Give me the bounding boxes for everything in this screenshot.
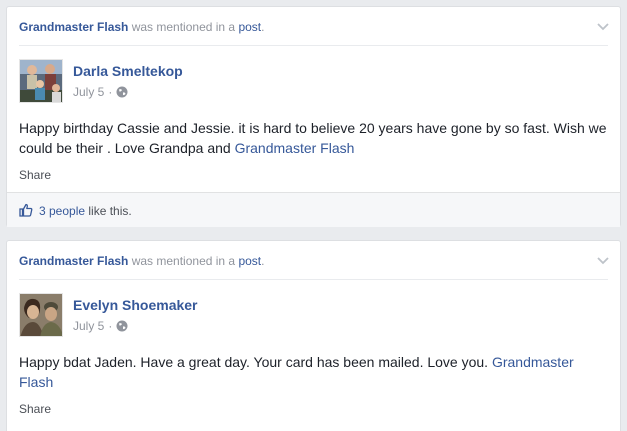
- mention-text: was mentioned in a: [128, 254, 239, 268]
- post-card: Grandmaster Flash was mentioned in a pos…: [6, 6, 621, 227]
- divider: [19, 45, 608, 46]
- mention-header: Grandmaster Flash was mentioned in a pos…: [19, 19, 608, 35]
- post-date[interactable]: July 5: [73, 318, 104, 334]
- globe-icon[interactable]: [116, 320, 128, 332]
- share-link[interactable]: Share: [19, 401, 51, 417]
- likes-suffix: like this.: [85, 204, 132, 218]
- share-link[interactable]: Share: [19, 167, 51, 183]
- mention-end: .: [261, 254, 265, 268]
- post-meta: July 5 ·: [73, 84, 128, 100]
- tagged-page-link[interactable]: Grandmaster Flash: [235, 140, 355, 156]
- divider: [19, 279, 608, 280]
- chevron-down-icon[interactable]: [596, 21, 610, 31]
- author-name[interactable]: Evelyn Shoemaker: [73, 296, 198, 314]
- meta-separator: ·: [108, 319, 113, 333]
- post-text: Happy bdat Jaden. Have a great day. Your…: [19, 354, 492, 370]
- mention-end: .: [261, 20, 265, 34]
- globe-icon[interactable]: [116, 86, 128, 98]
- author-name[interactable]: Darla Smeltekop: [73, 62, 183, 80]
- post-date[interactable]: July 5: [73, 84, 104, 100]
- post-link[interactable]: post: [238, 254, 261, 268]
- likes-bar: 3 people like this.: [7, 192, 620, 227]
- page-name-link[interactable]: Grandmaster Flash: [19, 254, 128, 268]
- likes-text: 3 people like this.: [39, 203, 132, 219]
- mention-text: was mentioned in a: [128, 20, 239, 34]
- meta-separator: ·: [108, 85, 113, 99]
- avatar[interactable]: [19, 293, 63, 337]
- chevron-down-icon[interactable]: [596, 255, 610, 265]
- thumbs-up-icon: [19, 203, 33, 217]
- post-meta: July 5 ·: [73, 318, 128, 334]
- mention-header: Grandmaster Flash was mentioned in a pos…: [19, 253, 608, 269]
- avatar[interactable]: [19, 59, 63, 103]
- post-body: Happy birthday Cassie and Jessie. it is …: [19, 118, 608, 158]
- post-card: Grandmaster Flash was mentioned in a pos…: [6, 240, 621, 431]
- post-link[interactable]: post: [238, 20, 261, 34]
- likes-count-link[interactable]: 3 people: [39, 204, 85, 218]
- page-name-link[interactable]: Grandmaster Flash: [19, 20, 128, 34]
- post-body: Happy bdat Jaden. Have a great day. Your…: [19, 352, 608, 392]
